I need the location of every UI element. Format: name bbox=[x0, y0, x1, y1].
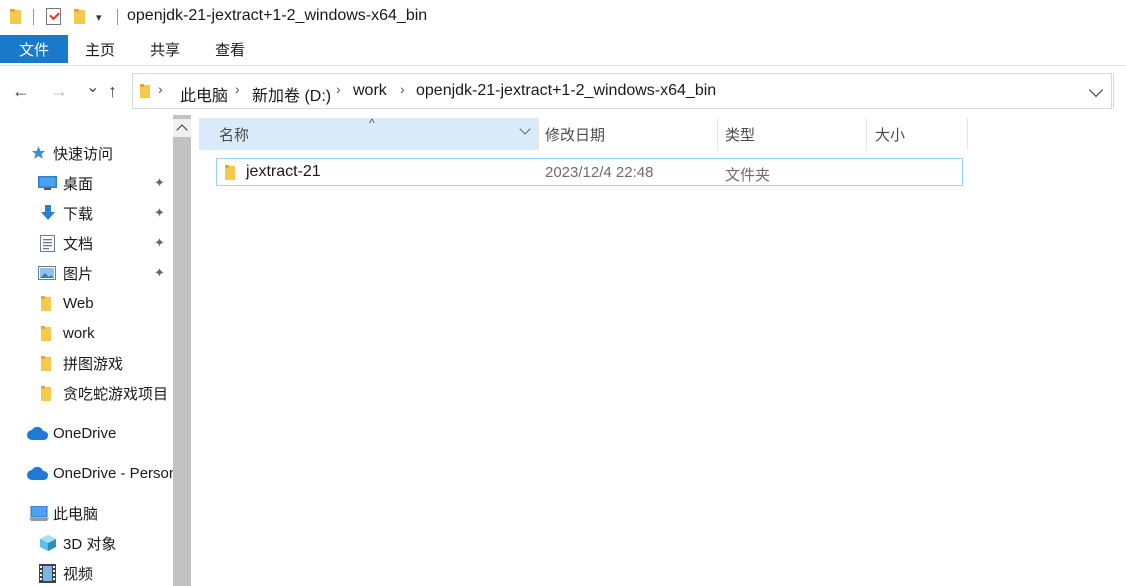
scroll-up-button[interactable] bbox=[173, 119, 191, 137]
sidebar-item-label: work bbox=[63, 324, 95, 342]
sidebar-item-3d-objects[interactable]: 3D 对象 bbox=[0, 529, 173, 557]
sidebar-item-work[interactable]: work bbox=[0, 319, 173, 347]
sidebar-item-label: 快速访问 bbox=[53, 145, 114, 163]
folder-icon bbox=[41, 385, 51, 401]
picture-icon bbox=[38, 266, 56, 280]
column-header-type[interactable]: 类型 bbox=[725, 118, 755, 150]
forward-button[interactable]: → bbox=[50, 81, 68, 102]
customize-toolbar-icon[interactable]: ▾ bbox=[96, 11, 102, 24]
navigation-bar: ← → ⌄ ↑ › 此电脑 › 新加卷 (D:) › work › openjd… bbox=[0, 67, 1126, 115]
sidebar-item-downloads[interactable]: 下载 ✦ bbox=[0, 199, 173, 227]
sidebar-item-this-pc[interactable]: 此电脑 bbox=[0, 499, 173, 527]
toolbar-separator bbox=[33, 9, 34, 25]
column-header-size[interactable]: 大小 bbox=[875, 118, 905, 150]
star-icon bbox=[31, 146, 46, 159]
folder-icon bbox=[41, 325, 51, 341]
sidebar-item-desktop[interactable]: 桌面 ✦ bbox=[0, 169, 173, 197]
ribbon-tabs: 文件 主页 共享 查看 bbox=[0, 34, 1126, 66]
sidebar-item-onedrive-personal[interactable]: OneDrive - Personal bbox=[0, 459, 173, 487]
column-divider[interactable] bbox=[538, 118, 539, 150]
sidebar-item-onedrive[interactable]: OneDrive bbox=[0, 419, 173, 447]
column-header-label: 类型 bbox=[725, 126, 756, 144]
tab-file[interactable]: 文件 bbox=[0, 35, 68, 63]
column-divider[interactable] bbox=[967, 118, 968, 150]
pin-icon[interactable]: ✦ bbox=[154, 235, 165, 251]
sidebar-scrollbar[interactable] bbox=[173, 115, 191, 586]
sidebar-item-label: OneDrive - Personal bbox=[53, 464, 173, 482]
pin-icon[interactable]: ✦ bbox=[154, 265, 165, 281]
tab-home[interactable]: 主页 bbox=[85, 35, 115, 63]
sidebar-item-label: 拼图游戏 bbox=[63, 355, 124, 373]
sidebar-item-label: 此电脑 bbox=[53, 505, 99, 523]
folder-icon bbox=[225, 165, 235, 180]
new-folder-icon[interactable] bbox=[74, 9, 85, 24]
column-header-label: 名称 bbox=[219, 126, 250, 144]
back-button[interactable]: ← bbox=[12, 81, 30, 102]
breadcrumb-work[interactable]: work bbox=[353, 82, 387, 100]
breadcrumb-separator[interactable]: › bbox=[235, 81, 240, 97]
desktop-icon bbox=[38, 176, 57, 190]
column-divider[interactable] bbox=[866, 118, 867, 150]
cloud-icon bbox=[27, 466, 49, 480]
sidebar-item-videos[interactable]: 视频 bbox=[0, 559, 173, 586]
sidebar-item-pictures[interactable]: 图片 ✦ bbox=[0, 259, 173, 287]
properties-icon[interactable] bbox=[46, 8, 61, 25]
toolbar-separator bbox=[117, 9, 118, 25]
folder-icon bbox=[140, 84, 150, 98]
sidebar-item-label: 桌面 bbox=[63, 175, 94, 193]
download-icon bbox=[41, 205, 55, 220]
file-type: 文件夹 bbox=[725, 167, 771, 184]
tab-view[interactable]: 查看 bbox=[215, 35, 245, 63]
document-icon bbox=[40, 234, 55, 252]
cube-icon bbox=[40, 535, 56, 551]
search-box-edge[interactable] bbox=[1113, 73, 1126, 109]
window-title: openjdk-21-jextract+1-2_windows-x64_bin bbox=[127, 7, 428, 24]
column-divider[interactable] bbox=[717, 118, 718, 150]
navigation-pane: 快速访问 桌面 ✦ 下载 ✦ 文档 ✦ 图片 ✦ Web work 拼图游戏 贪… bbox=[0, 115, 173, 586]
sidebar-item-documents[interactable]: 文档 ✦ bbox=[0, 229, 173, 257]
breadcrumb-separator[interactable]: › bbox=[400, 81, 405, 97]
sidebar-item-label: 文档 bbox=[63, 235, 94, 253]
recent-locations-button[interactable]: ⌄ bbox=[86, 77, 99, 97]
column-header-label: 修改日期 bbox=[545, 126, 606, 144]
up-button[interactable]: ↑ bbox=[108, 81, 117, 102]
pin-icon[interactable]: ✦ bbox=[154, 205, 165, 221]
breadcrumb-drive-d[interactable]: 新加卷 (D:) bbox=[252, 82, 331, 106]
chevron-down-icon[interactable] bbox=[1088, 82, 1104, 98]
sidebar-item-label: 图片 bbox=[63, 265, 94, 283]
sidebar-item-label: 贪吃蛇游戏项目 bbox=[63, 385, 169, 403]
tab-share[interactable]: 共享 bbox=[150, 35, 180, 63]
folder-icon bbox=[41, 355, 51, 371]
sidebar-item-puzzle-game[interactable]: 拼图游戏 bbox=[0, 349, 173, 377]
sidebar-item-label: 3D 对象 bbox=[63, 535, 117, 553]
cloud-icon bbox=[27, 426, 49, 440]
film-icon bbox=[39, 563, 56, 583]
sidebar-item-web[interactable]: Web bbox=[0, 289, 173, 317]
sidebar-item-label: OneDrive bbox=[53, 424, 117, 442]
sidebar-item-snake-game[interactable]: 贪吃蛇游戏项目 bbox=[0, 379, 173, 407]
sort-ascending-icon: ^ bbox=[369, 116, 375, 130]
title-bar: ▾ openjdk-21-jextract+1-2_windows-x64_bi… bbox=[0, 0, 1126, 34]
folder-icon bbox=[41, 295, 51, 311]
folder-icon bbox=[10, 9, 21, 24]
column-header-label: 大小 bbox=[875, 126, 906, 144]
file-row[interactable]: jextract-21 2023/12/4 22:48 文件夹 bbox=[216, 158, 963, 186]
column-header-modified[interactable]: 修改日期 bbox=[545, 118, 605, 150]
sidebar-item-label: 下载 bbox=[63, 205, 94, 223]
sidebar-item-label: Web bbox=[63, 294, 94, 312]
sidebar-item-quick-access[interactable]: 快速访问 bbox=[0, 139, 173, 167]
computer-icon bbox=[29, 505, 49, 521]
sidebar-item-label: 视频 bbox=[63, 565, 94, 583]
file-name: jextract-21 bbox=[246, 163, 321, 180]
pin-icon[interactable]: ✦ bbox=[154, 175, 165, 191]
breadcrumb-separator[interactable]: › bbox=[158, 81, 163, 97]
file-modified-date: 2023/12/4 22:48 bbox=[545, 164, 654, 181]
breadcrumb-this-pc[interactable]: 此电脑 bbox=[180, 82, 228, 106]
breadcrumb-current-folder[interactable]: openjdk-21-jextract+1-2_windows-x64_bin bbox=[416, 82, 716, 100]
breadcrumb-separator[interactable]: › bbox=[336, 81, 341, 97]
address-bar[interactable]: › 此电脑 › 新加卷 (D:) › work › openjdk-21-jex… bbox=[132, 73, 1112, 109]
